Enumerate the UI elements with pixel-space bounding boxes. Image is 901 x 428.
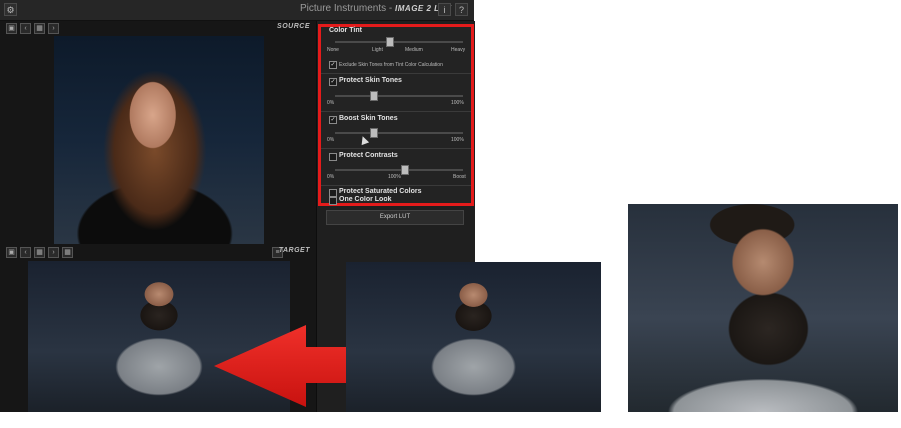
protect-saturated-title: Protect Saturated Colors: [339, 188, 422, 195]
lut-settings-panel: Color Tint None Light Medium Heavy ✓ Exc…: [318, 24, 474, 206]
protect-contrasts-slider[interactable]: [335, 165, 463, 175]
protect-skin-checkbox[interactable]: ✓: [329, 78, 337, 86]
protect-skin-section: ✓ Protect Skin Tones 0% 100%: [321, 73, 471, 112]
protect-saturated-checkbox[interactable]: [329, 189, 337, 197]
source-toolbar: ▣ ‹ ▦ › SOURCE: [0, 21, 316, 35]
portrait-image: [628, 204, 898, 412]
help-button[interactable]: ?: [455, 3, 468, 16]
color-tint-title: Color Tint: [329, 27, 362, 34]
protect-skin-slider[interactable]: [335, 91, 463, 101]
tint-label-heavy: Heavy: [451, 47, 466, 53]
info-button[interactable]: i: [438, 3, 451, 16]
slider-thumb[interactable]: [385, 37, 394, 47]
grid-icon[interactable]: ▦: [62, 247, 73, 258]
boost-skin-min: 0%: [327, 137, 335, 143]
protect-contrasts-title: Protect Contrasts: [339, 152, 398, 159]
target-label: TARGET: [278, 247, 310, 254]
exclude-skin-checkbox[interactable]: ✓: [329, 61, 337, 69]
export-lut-button[interactable]: Export LUT: [326, 210, 464, 225]
preview-image: [346, 262, 601, 412]
protect-contrasts-min: 0%: [327, 174, 335, 180]
image-icon[interactable]: ▣: [6, 23, 17, 34]
protect-skin-min: 0%: [327, 100, 335, 106]
one-color-title: One Color Look: [339, 196, 392, 203]
source-label: SOURCE: [277, 23, 310, 30]
app-title: Picture Instruments - IMAGE 2 LUT: [300, 3, 452, 14]
boost-skin-title: Boost Skin Tones: [339, 115, 398, 122]
title-bar: ⚙ Picture Instruments - IMAGE 2 LUT i ?: [0, 0, 474, 21]
boost-skin-slider[interactable]: [335, 128, 463, 138]
slider-thumb[interactable]: [370, 91, 379, 101]
chevron-right-icon[interactable]: ›: [48, 23, 59, 34]
chevron-right-icon[interactable]: ›: [48, 247, 59, 258]
image-icon[interactable]: ▣: [6, 247, 17, 258]
source-image: [54, 36, 264, 244]
protect-contrasts-max: Boost: [453, 174, 466, 180]
exclude-skin-label: Exclude Skin Tones from Tint Color Calcu…: [339, 62, 443, 68]
protect-contrasts-checkbox[interactable]: [329, 153, 337, 161]
one-color-checkbox[interactable]: [329, 197, 337, 205]
target-toolbar: ▣ ‹ ▦ › ▦ ≡ TARGET: [0, 245, 316, 259]
boost-skin-checkbox[interactable]: ✓: [329, 116, 337, 124]
protect-contrasts-mid: 100%: [388, 174, 401, 180]
protect-skin-max: 100%: [451, 100, 464, 106]
tint-label-none: None: [327, 47, 339, 53]
exclude-skin-row: ✓ Exclude Skin Tones from Tint Color Cal…: [321, 59, 471, 71]
color-tint-slider[interactable]: [335, 37, 463, 47]
color-tint-section: Color Tint None Light Medium Heavy: [321, 27, 471, 59]
chevron-left-icon[interactable]: ‹: [20, 23, 31, 34]
slider-thumb[interactable]: [370, 128, 379, 138]
slider-thumb[interactable]: [401, 165, 410, 175]
boost-skin-max: 100%: [451, 137, 464, 143]
tint-label-light: Light: [372, 47, 383, 53]
saturated-section: Protect Saturated Colors One Color Look: [321, 185, 471, 205]
folder-icon[interactable]: ▦: [34, 247, 45, 258]
protect-skin-title: Protect Skin Tones: [339, 77, 402, 84]
boost-skin-section: ✓ Boost Skin Tones 0% 100%: [321, 111, 471, 149]
tint-label-medium: Medium: [405, 47, 423, 53]
folder-icon[interactable]: ▦: [34, 23, 45, 34]
chevron-left-icon[interactable]: ‹: [20, 247, 31, 258]
protect-contrasts-section: Protect Contrasts 0% 100% Boost: [321, 148, 471, 186]
gear-icon[interactable]: ⚙: [4, 3, 17, 16]
